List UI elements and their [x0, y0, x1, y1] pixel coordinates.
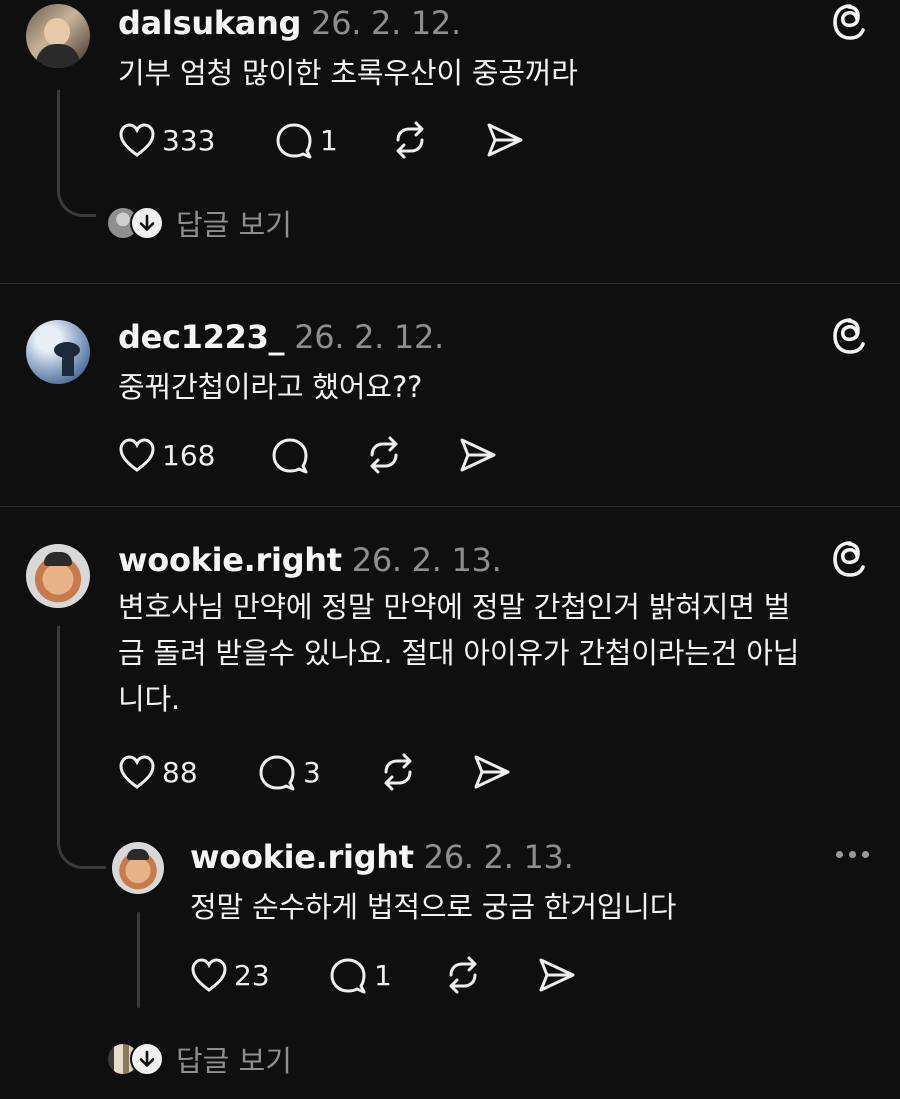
heart-icon	[119, 438, 155, 472]
username[interactable]: dalsukang 26. 2. 12.	[118, 4, 461, 42]
view-replies-button[interactable]: 답글 보기	[106, 202, 292, 244]
like-button[interactable]: 23	[190, 955, 270, 995]
avatar[interactable]	[26, 320, 90, 384]
share-icon	[460, 438, 496, 472]
post-date: 26. 2. 13.	[351, 541, 502, 579]
repost-button[interactable]	[378, 752, 418, 792]
comment-text: 변호사님 만약에 정말 만약에 정말 간첩인거 밝혀지면 벌 금 돌려 받을수 …	[118, 584, 799, 722]
view-replies-button[interactable]: 답글 보기	[106, 1038, 292, 1080]
like-button[interactable]: 88	[118, 752, 198, 792]
repost-button[interactable]	[390, 120, 430, 160]
share-icon	[487, 123, 523, 157]
threads-logo-icon[interactable]	[830, 316, 870, 356]
like-count: 333	[162, 123, 216, 157]
comment-text-line: 변호사님 만약에 정말 만약에 정말 간첩인거 밝혀지면 벌	[118, 590, 791, 624]
arrow-down-icon	[130, 1042, 164, 1076]
comment-button[interactable]: 3	[257, 752, 321, 792]
more-icon[interactable]	[836, 851, 869, 858]
heart-icon	[119, 755, 155, 789]
comment-text: 중꿔간첩이라고 했어요??	[118, 370, 423, 404]
comment-count: 3	[303, 755, 321, 789]
heart-icon	[119, 123, 155, 157]
avatar[interactable]	[112, 842, 164, 894]
thread-connector	[57, 626, 106, 869]
share-icon	[539, 958, 575, 992]
thread-line	[137, 912, 140, 1008]
repost-icon	[449, 956, 477, 994]
arrow-down-icon	[130, 206, 164, 240]
share-button[interactable]	[458, 435, 498, 475]
like-button[interactable]: 333	[118, 120, 215, 160]
username[interactable]: dec1223_ 26. 2. 12.	[118, 318, 444, 356]
share-icon	[474, 755, 510, 789]
comment-button[interactable]: 1	[328, 955, 392, 995]
comment-button[interactable]: 1	[274, 120, 338, 160]
heart-icon	[191, 958, 227, 992]
post-date: 26. 2. 12.	[311, 4, 461, 42]
like-count: 88	[162, 755, 198, 789]
comment-icon	[276, 123, 312, 159]
threads-logo-icon[interactable]	[830, 2, 870, 42]
comment-icon	[259, 755, 295, 791]
repost-button[interactable]	[364, 435, 404, 475]
view-replies-label: 답글 보기	[176, 208, 292, 242]
view-replies-label: 답글 보기	[176, 1044, 292, 1078]
comment-text: 정말 순수하게 법적으로 궁금 한거입니다	[190, 890, 677, 924]
repost-icon	[370, 436, 398, 474]
share-button[interactable]	[537, 955, 577, 995]
divider	[0, 283, 900, 284]
post-date: 26. 2. 13.	[423, 838, 574, 876]
like-count: 168	[162, 438, 216, 472]
threads-logo-icon[interactable]	[830, 539, 870, 579]
post-date: 26. 2. 12.	[294, 318, 444, 356]
avatar[interactable]	[26, 544, 90, 608]
repost-icon	[396, 121, 424, 159]
thread-connector	[57, 90, 96, 217]
like-count: 23	[234, 958, 270, 992]
avatar[interactable]	[26, 4, 90, 68]
divider	[0, 506, 900, 507]
repost-icon	[384, 753, 412, 791]
comment-text-line: 금 돌려 받을수 있나요. 절대 아이유가 간첩이라는건 아닙	[118, 636, 800, 670]
repost-button[interactable]	[443, 955, 483, 995]
comment-count: 1	[374, 958, 392, 992]
like-button[interactable]: 168	[118, 435, 215, 475]
comment-button[interactable]	[270, 435, 310, 475]
comment-text: 기부 엄청 많이한 초록우산이 중공꺼라	[118, 56, 578, 90]
username[interactable]: wookie.right 26. 2. 13.	[190, 838, 574, 876]
share-button[interactable]	[472, 752, 512, 792]
comment-icon	[330, 958, 366, 994]
comment-text-line: 니다.	[118, 682, 180, 716]
share-button[interactable]	[485, 120, 525, 160]
comment-icon	[272, 438, 308, 474]
comment-count: 1	[320, 123, 338, 157]
username[interactable]: wookie.right 26. 2. 13.	[118, 541, 502, 579]
